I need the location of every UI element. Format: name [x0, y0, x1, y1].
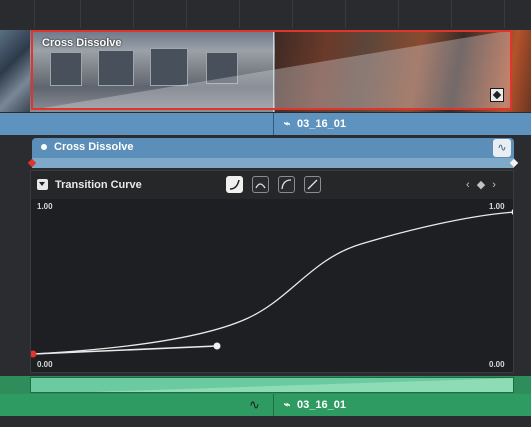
link-icon: ⌁ — [283, 399, 291, 411]
audio-crossfade[interactable] — [30, 377, 514, 393]
audio-clip-label: ⌁ 03_16_01 — [282, 398, 346, 411]
timeline-ruler[interactable] — [0, 0, 531, 28]
audio-clip-name-bar[interactable]: ∿ ⌁ 03_16_01 — [0, 394, 531, 416]
curve-start-keyframe — [31, 350, 37, 358]
transition-duration-track[interactable] — [32, 158, 514, 168]
ease-both-icon[interactable] — [252, 176, 269, 193]
bezier-handle-line — [32, 345, 218, 355]
transition-title: Cross Dissolve — [54, 141, 134, 153]
ease-in-icon[interactable] — [226, 176, 243, 193]
link-icon: ⌁ — [283, 118, 291, 130]
timeline-bottom-strip — [0, 416, 531, 427]
audio-clip-name: 03_16_01 — [297, 399, 346, 411]
curve-panel-title: Transition Curve — [55, 179, 142, 191]
curve-panel-header: Transition Curve ‹ ◆ › — [31, 171, 513, 199]
curve-end-keyframe — [511, 209, 513, 215]
audio-waveform-icon[interactable]: ∿ — [249, 397, 260, 413]
curve-toggle-button[interactable]: ∿ — [493, 139, 511, 157]
keyframe-navigation[interactable]: ‹ ◆ › — [466, 178, 498, 191]
transition-curve-panel: Transition Curve ‹ ◆ › 1.00 1.00 0.00 0.… — [30, 170, 514, 373]
video-clip-name: 03_16_01 — [297, 118, 346, 130]
transition-curve-line — [32, 211, 513, 355]
transition-header[interactable]: Cross Dissolve ∿ — [27, 138, 519, 168]
ease-out-icon[interactable] — [278, 176, 295, 193]
video-clip-name-bar[interactable]: ⌁ 03_16_01 — [0, 113, 531, 135]
keyframe-icon[interactable] — [490, 88, 504, 102]
audio-clip-track[interactable] — [0, 376, 531, 394]
transition-dot-icon — [41, 144, 47, 150]
collapse-chevron-icon[interactable] — [37, 179, 48, 190]
video-clip-label: ⌁ 03_16_01 — [282, 117, 346, 130]
video-clip-track[interactable]: Cross Dissolve — [0, 30, 531, 112]
linear-icon[interactable] — [304, 176, 321, 193]
clip-thumbnail-left — [0, 30, 30, 112]
transition-clip-title: Cross Dissolve — [42, 37, 122, 49]
transition-curve-graph[interactable] — [31, 199, 513, 372]
bezier-handle-point — [213, 342, 221, 350]
